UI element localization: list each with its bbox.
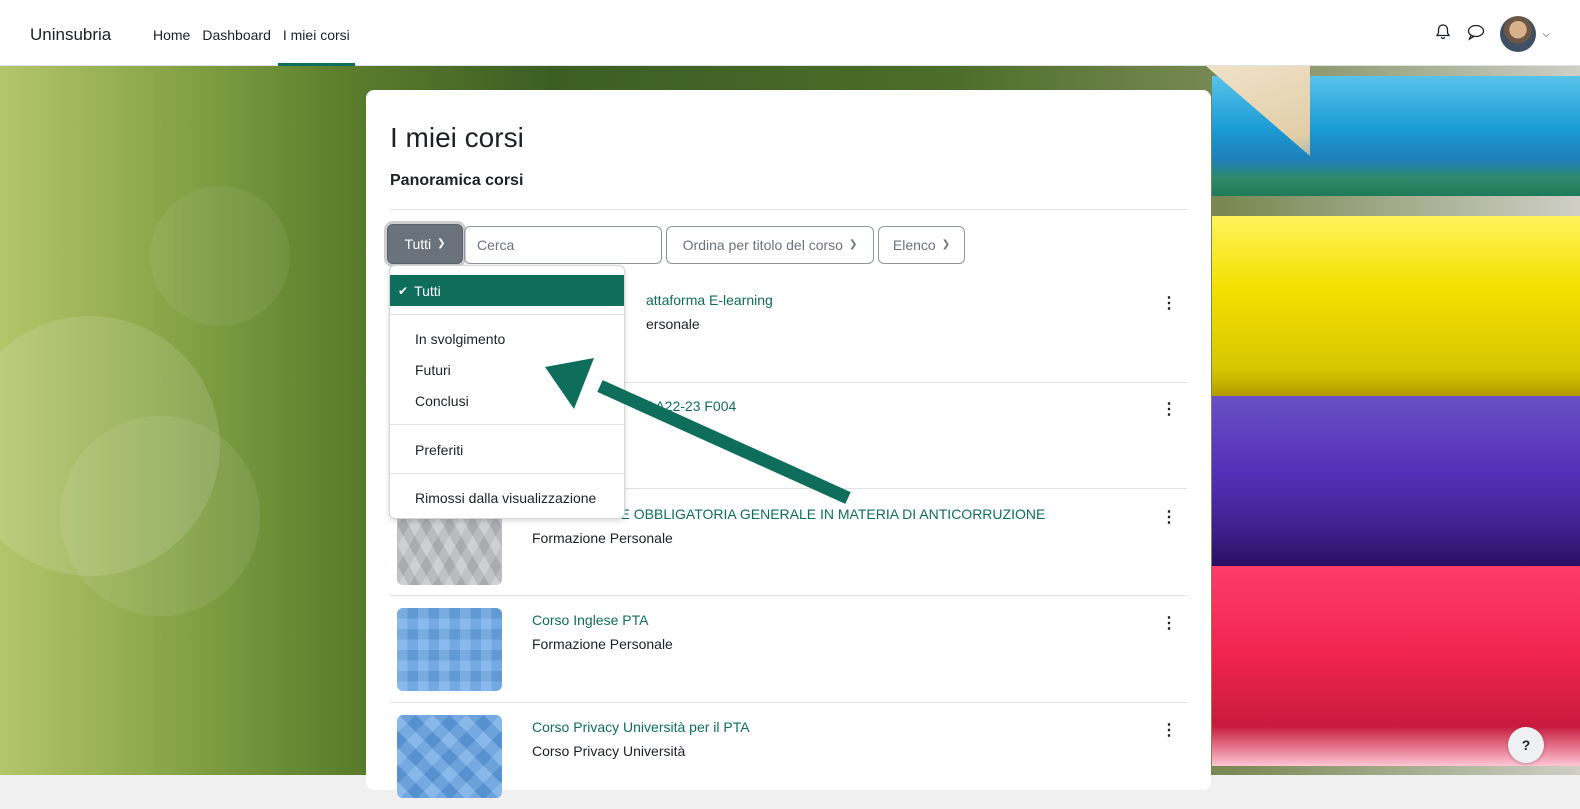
top-navbar: Uninsubria Home Dashboard I miei corsi ⌵ <box>0 0 1580 66</box>
course-list-item[interactable]: Corso Privacy Università per il PTA Cors… <box>390 703 1187 809</box>
dropdown-item-conclusi[interactable]: Conclusi <box>390 385 624 416</box>
filter-label: Tutti <box>404 236 432 252</box>
nav-link-home[interactable]: Home <box>148 0 195 66</box>
filter-dropdown-menu: ✔ Tutti In svolgimento Futuri Conclusi P… <box>389 265 625 519</box>
chevron-down-icon: ❯ <box>848 238 858 250</box>
dropdown-item-rimossi[interactable]: Rimossi dalla visualizzazione <box>390 482 624 513</box>
course-actions-menu-icon[interactable]: ⋮ <box>1161 296 1177 312</box>
dropdown-item-tutti[interactable]: ✔ Tutti <box>390 275 624 306</box>
course-actions-menu-icon[interactable]: ⋮ <box>1161 723 1177 739</box>
help-button[interactable]: ? <box>1508 727 1544 763</box>
course-actions-menu-icon[interactable]: ⋮ <box>1161 510 1177 526</box>
course-name-link[interactable]: Corso Privacy Università per il PTA <box>532 719 750 735</box>
chevron-down-icon: ⌵ <box>1542 28 1550 40</box>
sort-label: Ordina per titolo del corso <box>682 237 843 253</box>
section-title: Panoramica corsi <box>390 172 524 189</box>
course-category: Formazione Personale <box>532 530 673 546</box>
chevron-down-icon: ❯ <box>941 238 951 250</box>
avatar[interactable] <box>1500 16 1537 52</box>
course-category: Formazione Personale <box>532 636 673 652</box>
filter-dropdown-button[interactable]: Tutti ❯ <box>387 224 463 264</box>
dropdown-item-futuri[interactable]: Futuri <box>390 354 624 385</box>
page-title: I miei corsi <box>390 122 524 153</box>
chat-icon[interactable] <box>1466 23 1486 46</box>
sort-dropdown-button[interactable]: Ordina per titolo del corso ❯ <box>666 226 874 264</box>
course-name-link[interactable]: Corso Inglese PTA <box>532 612 648 628</box>
dropdown-divider <box>390 424 624 425</box>
nav-link-my-courses[interactable]: I miei corsi <box>277 0 355 66</box>
dropdown-item-preferiti[interactable]: Preferiti <box>390 434 624 465</box>
dropdown-divider <box>390 473 624 474</box>
divider <box>390 209 1187 210</box>
course-name-link[interactable]: attaforma E-learning <box>646 292 773 308</box>
course-actions-menu-icon[interactable]: ⋮ <box>1161 402 1177 418</box>
chevron-down-icon: ❯ <box>437 237 446 249</box>
course-actions-menu-icon[interactable]: ⋮ <box>1161 616 1177 632</box>
course-list-item[interactable]: Corso Inglese PTA Formazione Personale ⋮ <box>390 596 1187 702</box>
dropdown-item-in-svolgimento[interactable]: In svolgimento <box>390 323 624 354</box>
user-tools: ⌵ <box>1434 16 1550 52</box>
course-thumbnail[interactable] <box>397 715 502 798</box>
view-label: Elenco <box>892 237 936 253</box>
primary-navigation: Home Dashboard I miei corsi <box>148 0 357 66</box>
user-menu-toggle[interactable]: ⌵ <box>1500 16 1550 52</box>
search-input[interactable]: Cerca <box>464 226 662 264</box>
course-name-link[interactable]: AA22-23 F004 <box>646 398 736 414</box>
nav-link-dashboard[interactable]: Dashboard <box>197 0 276 66</box>
course-category: Corso Privacy Università <box>532 743 686 759</box>
view-dropdown-button[interactable]: Elenco ❯ <box>878 226 965 264</box>
course-thumbnail[interactable] <box>397 608 502 691</box>
search-placeholder: Cerca <box>477 237 515 253</box>
check-icon: ✔ <box>398 283 409 298</box>
site-brand[interactable]: Uninsubria <box>30 25 111 45</box>
course-category: ersonale <box>646 316 700 332</box>
course-name-link[interactable]: RMAZIONE OBBLIGATORIA GENERALE IN MATERI… <box>556 506 1045 522</box>
bell-icon[interactable] <box>1434 23 1452 46</box>
dropdown-divider <box>390 314 624 315</box>
dropdown-item-label: Tutti <box>414 282 441 299</box>
